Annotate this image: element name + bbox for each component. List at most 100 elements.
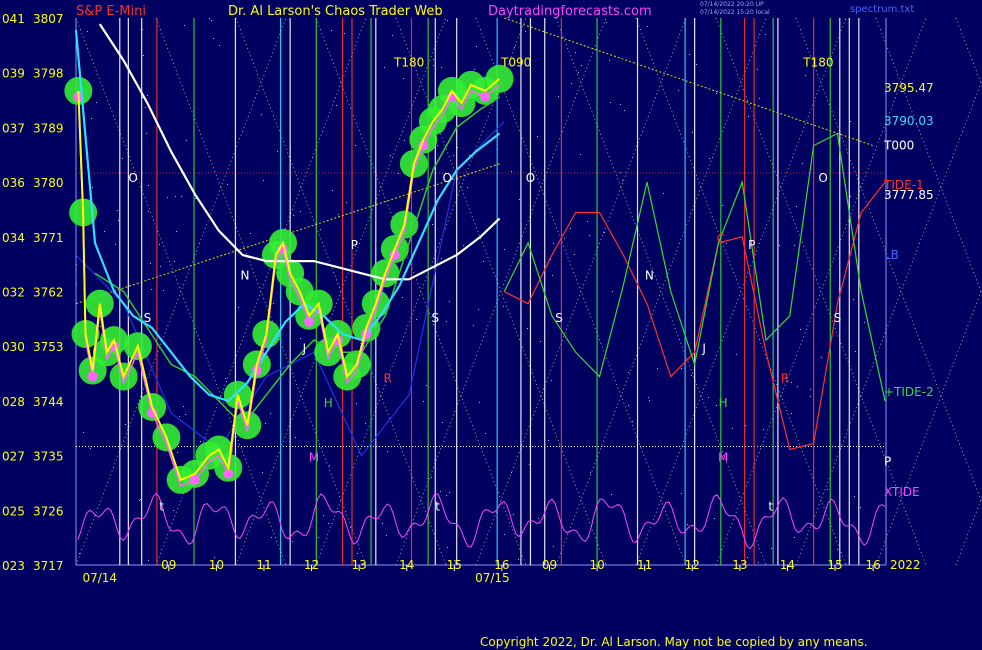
- background-star: [446, 321, 447, 322]
- grid-diagonal: [875, 287, 982, 566]
- background-star: [485, 433, 486, 434]
- chart-annotation: H: [719, 396, 728, 410]
- background-star: [163, 290, 164, 291]
- trend-diagonal: [504, 17, 874, 147]
- level-label: 3777.85: [884, 188, 934, 202]
- background-star: [446, 495, 447, 496]
- y-tick-label-left: 036: [2, 176, 25, 190]
- background-star: [483, 261, 484, 262]
- background-star: [431, 477, 432, 478]
- background-star: [581, 65, 582, 66]
- background-star: [657, 368, 658, 369]
- year-label: 2022: [890, 558, 921, 572]
- background-star: [716, 93, 717, 94]
- y-tick-label: 3771: [33, 231, 64, 245]
- background-star: [628, 405, 629, 406]
- background-star: [681, 493, 682, 494]
- background-star: [504, 249, 505, 250]
- background-star: [125, 424, 126, 425]
- background-star: [649, 400, 650, 401]
- background-star: [277, 151, 278, 152]
- background-star: [261, 114, 262, 115]
- background-star: [432, 224, 433, 225]
- background-star: [433, 65, 434, 66]
- x-date-label: 07/15: [475, 571, 510, 585]
- background-star: [611, 494, 612, 495]
- background-star: [478, 309, 479, 310]
- level-label: LB: [884, 248, 899, 262]
- background-star: [356, 403, 357, 404]
- background-star: [538, 518, 539, 519]
- background-star: [262, 472, 263, 473]
- background-star: [681, 368, 682, 369]
- y-tick-label-left: 041: [2, 12, 25, 26]
- background-star: [139, 500, 140, 501]
- background-star: [83, 432, 84, 433]
- background-star: [148, 560, 149, 561]
- background-star: [145, 107, 146, 108]
- background-star: [225, 378, 226, 379]
- background-star: [810, 389, 811, 390]
- chart-annotation: J: [701, 341, 706, 355]
- y-tick-label: 3798: [33, 67, 64, 81]
- background-star: [423, 401, 424, 402]
- site-link[interactable]: Daytradingforecasts.com: [488, 4, 652, 19]
- background-star: [387, 451, 388, 452]
- level-label: XTIDE: [884, 485, 920, 499]
- background-star: [689, 54, 690, 55]
- y-tick-label-left: 037: [2, 121, 25, 135]
- chart-annotation: P: [748, 238, 755, 252]
- background-star: [355, 145, 356, 146]
- background-star: [350, 527, 351, 528]
- chaos-chart: 041 3807 039 3798 037 3789 036 3780 034 3771 032 37…: [2, 12, 982, 585]
- background-star: [441, 67, 442, 68]
- chart-annotation: O: [128, 171, 137, 185]
- level-label: 3790.03: [884, 114, 934, 128]
- background-star: [329, 465, 330, 466]
- x-tick-label: 11: [637, 558, 652, 572]
- background-star: [796, 206, 797, 207]
- chart-annotation: R: [781, 372, 789, 386]
- background-star: [357, 553, 358, 554]
- chart-annotation: C: [717, 232, 725, 246]
- level-label: +TIDE-2: [884, 385, 934, 399]
- white-average-line: [98, 23, 501, 281]
- background-star: [328, 523, 329, 524]
- background-star: [722, 205, 723, 206]
- chart-annotation: M: [309, 451, 319, 465]
- background-star: [805, 75, 806, 76]
- background-star: [173, 510, 174, 511]
- background-star: [336, 105, 337, 106]
- background-star: [853, 299, 854, 300]
- background-star: [479, 402, 480, 403]
- background-star: [292, 541, 293, 542]
- background-star: [708, 397, 709, 398]
- background-star: [185, 414, 186, 415]
- y-tick-label: 3744: [33, 395, 64, 409]
- background-star: [250, 233, 251, 234]
- x-tick-label: 12: [685, 558, 700, 572]
- background-star: [574, 254, 575, 255]
- background-star: [696, 64, 697, 65]
- background-star: [687, 524, 688, 525]
- copyright-notice: Copyright 2022, Dr. Al Larson. May not b…: [480, 635, 868, 649]
- chart-annotation: S: [555, 311, 563, 325]
- background-star: [176, 231, 177, 232]
- background-star: [709, 158, 710, 159]
- background-star: [548, 440, 549, 441]
- background-star: [580, 154, 581, 155]
- background-star: [802, 163, 803, 164]
- chart-annotation: T090: [500, 56, 531, 70]
- x-tick-label: 09: [542, 558, 557, 572]
- background-star: [758, 562, 759, 563]
- y-tick-label: 3753: [33, 340, 64, 354]
- background-star: [273, 303, 274, 304]
- y-tick-label: 3780: [33, 176, 64, 190]
- background-star: [678, 90, 679, 91]
- background-star: [794, 245, 795, 246]
- chart-annotation: T180: [802, 56, 833, 70]
- x-tick-label: 10: [209, 558, 224, 572]
- y-tick-label: 3735: [33, 450, 64, 464]
- chart-annotation: t: [768, 499, 773, 513]
- background-star: [117, 210, 118, 211]
